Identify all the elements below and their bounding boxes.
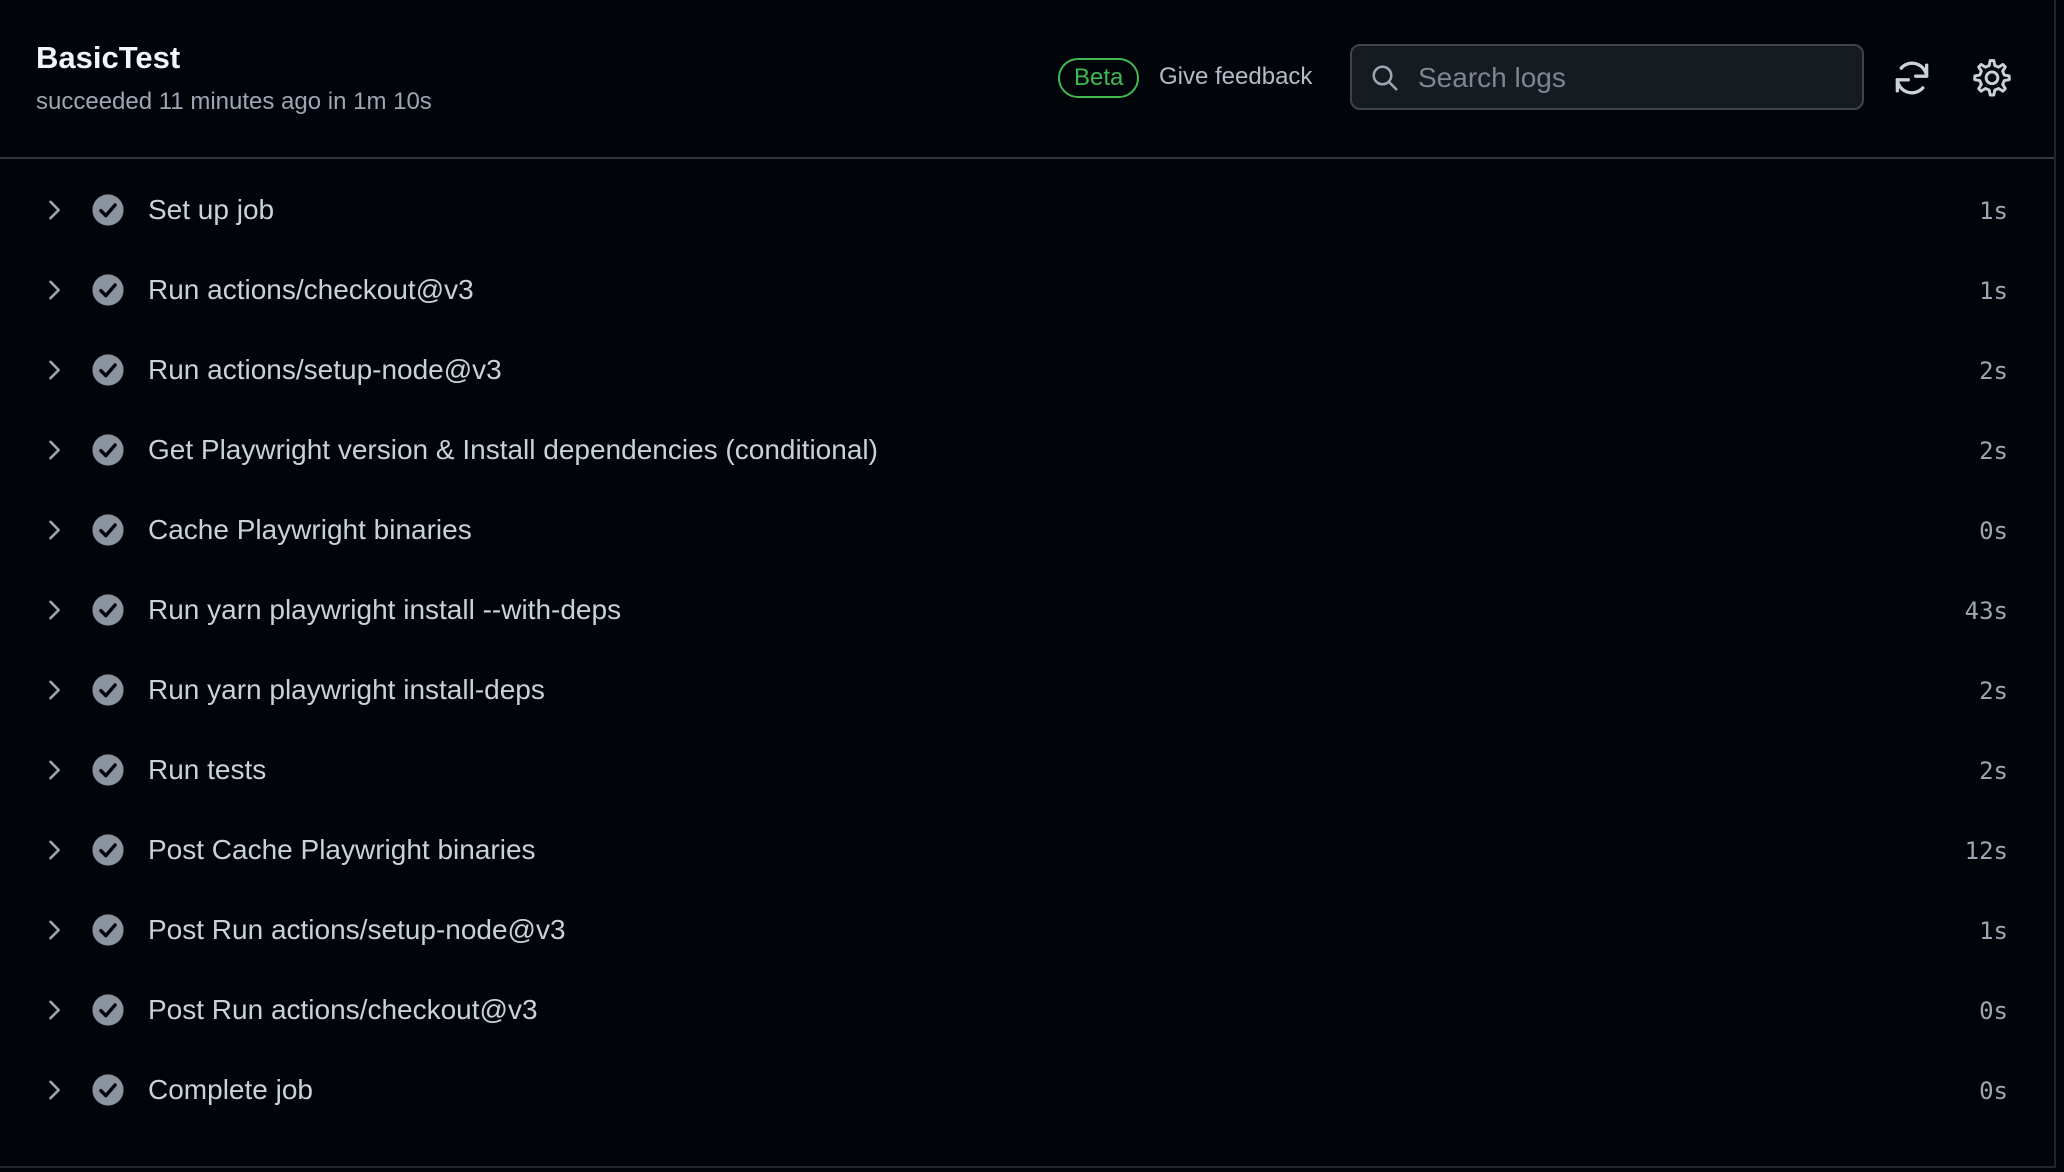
sync-icon[interactable]	[1890, 56, 1934, 100]
step-name: Post Cache Playwright binaries	[148, 834, 536, 865]
chevron-right-icon[interactable]	[40, 916, 68, 944]
check-circle-icon	[92, 434, 124, 466]
step-row[interactable]: Run actions/setup-node@v3 2s	[0, 330, 2054, 410]
step-row[interactable]: Set up job 1s	[0, 170, 2054, 250]
step-row[interactable]: Cache Playwright binaries 0s	[0, 490, 2054, 570]
step-row[interactable]: Post Run actions/checkout@v3 0s	[0, 970, 2054, 1050]
step-name: Run actions/checkout@v3	[148, 274, 474, 305]
step-duration: 0s	[1979, 517, 2008, 545]
step-duration: 0s	[1979, 1077, 2008, 1105]
job-header: BasicTest succeeded 11 minutes ago in 1m…	[0, 0, 2054, 159]
job-title: BasicTest	[36, 40, 181, 75]
check-circle-icon	[92, 1074, 124, 1106]
give-feedback-link[interactable]: Give feedback	[1159, 63, 1312, 91]
step-duration: 2s	[1979, 757, 2008, 785]
step-duration: 2s	[1979, 677, 2008, 705]
chevron-right-icon[interactable]	[40, 596, 68, 624]
job-steps-list: Set up job 1s Run actions/checkout@v3 1s…	[0, 170, 2054, 1130]
step-row[interactable]: Get Playwright version & Install depende…	[0, 410, 2054, 490]
step-name: Post Run actions/setup-node@v3	[148, 914, 566, 945]
check-circle-icon	[92, 994, 124, 1026]
chevron-right-icon[interactable]	[40, 756, 68, 784]
step-row[interactable]: Run yarn playwright install-deps 2s	[0, 650, 2054, 730]
chevron-right-icon[interactable]	[40, 996, 68, 1024]
step-duration: 2s	[1979, 437, 2008, 465]
check-circle-icon	[92, 194, 124, 226]
chevron-right-icon[interactable]	[40, 276, 68, 304]
step-name: Run yarn playwright install --with-deps	[148, 594, 622, 625]
step-name: Get Playwright version & Install depende…	[148, 434, 878, 465]
check-circle-icon	[92, 674, 124, 706]
step-duration: 1s	[1979, 197, 2008, 225]
check-circle-icon	[92, 514, 124, 546]
job-log-panel: BasicTest succeeded 11 minutes ago in 1m…	[0, 0, 2056, 1168]
search-logs-input[interactable]	[1416, 56, 1850, 100]
step-duration: 1s	[1979, 277, 2008, 305]
step-name: Post Run actions/checkout@v3	[148, 994, 538, 1025]
check-circle-icon	[92, 754, 124, 786]
job-status-summary: succeeded 11 minutes ago in 1m 10s	[36, 88, 432, 115]
check-circle-icon	[92, 274, 124, 306]
step-duration: 12s	[1964, 837, 2008, 865]
check-circle-icon	[92, 834, 124, 866]
chevron-right-icon[interactable]	[40, 836, 68, 864]
chevron-right-icon[interactable]	[40, 1076, 68, 1104]
step-name: Run actions/setup-node@v3	[148, 354, 502, 385]
step-duration: 2s	[1979, 357, 2008, 385]
chevron-right-icon[interactable]	[40, 676, 68, 704]
gear-icon[interactable]	[1970, 56, 2014, 100]
step-name: Complete job	[148, 1074, 313, 1105]
check-circle-icon	[92, 914, 124, 946]
step-row[interactable]: Post Run actions/setup-node@v3 1s	[0, 890, 2054, 970]
step-name: Run tests	[148, 754, 267, 785]
chevron-right-icon[interactable]	[40, 436, 68, 464]
step-duration: 0s	[1979, 997, 2008, 1025]
step-name: Cache Playwright binaries	[148, 514, 472, 545]
step-name: Run yarn playwright install-deps	[148, 674, 545, 705]
step-row[interactable]: Run actions/checkout@v3 1s	[0, 250, 2054, 330]
check-circle-icon	[92, 354, 124, 386]
chevron-right-icon[interactable]	[40, 516, 68, 544]
step-row[interactable]: Post Cache Playwright binaries 12s	[0, 810, 2054, 890]
check-circle-icon	[92, 594, 124, 626]
beta-badge: Beta	[1058, 58, 1140, 98]
step-row[interactable]: Run tests 2s	[0, 730, 2054, 810]
step-name: Set up job	[148, 194, 275, 225]
step-duration: 1s	[1979, 917, 2008, 945]
search-logs-box[interactable]	[1350, 44, 1864, 110]
step-duration: 43s	[1964, 597, 2008, 625]
step-row[interactable]: Complete job 0s	[0, 1050, 2054, 1130]
chevron-right-icon[interactable]	[40, 196, 68, 224]
step-row[interactable]: Run yarn playwright install --with-deps …	[0, 570, 2054, 650]
chevron-right-icon[interactable]	[40, 356, 68, 384]
search-icon	[1372, 65, 1398, 91]
